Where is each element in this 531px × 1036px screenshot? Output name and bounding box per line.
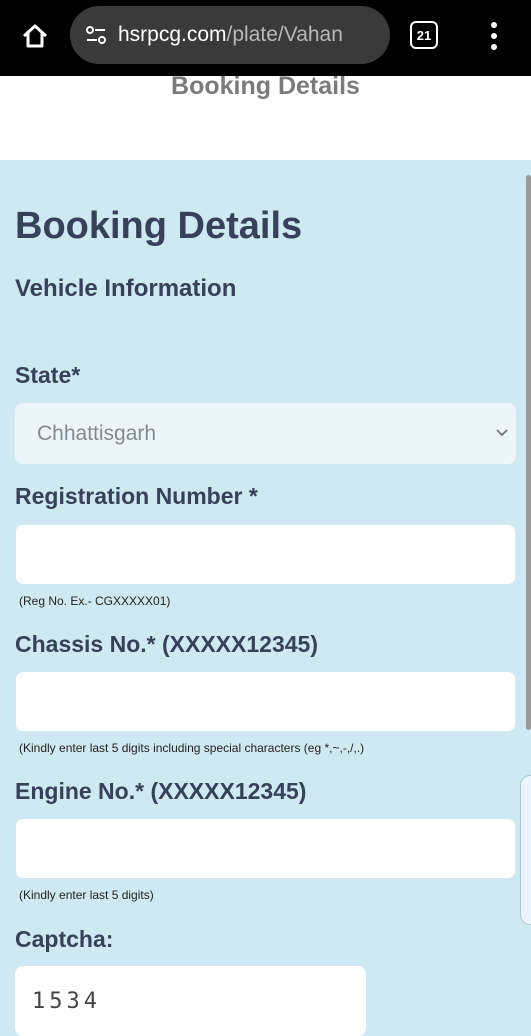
header-title: Booking Details bbox=[171, 72, 360, 100]
chassis-hint: (Kindly enter last 5 digits including sp… bbox=[19, 741, 365, 755]
state-select-value: Chhattisgarh bbox=[37, 421, 157, 445]
state-select[interactable]: Chhattisgarh bbox=[15, 403, 516, 464]
captcha-text: 1534 bbox=[32, 988, 101, 1014]
home-icon[interactable] bbox=[17, 18, 53, 54]
engine-input[interactable] bbox=[15, 818, 516, 879]
page-header: Booking Details bbox=[0, 72, 531, 160]
state-label: State* bbox=[15, 362, 81, 388]
registration-label: Registration Number * bbox=[15, 483, 258, 509]
url-host: hsrpcg.com bbox=[118, 23, 227, 46]
url-text: hsrpcg.com/plate/Vahan bbox=[118, 23, 343, 47]
chassis-label: Chassis No.* (XXXXX12345) bbox=[15, 631, 318, 657]
page-title: Booking Details bbox=[15, 205, 303, 247]
captcha-label: Captcha: bbox=[15, 926, 114, 952]
chassis-input[interactable] bbox=[15, 671, 516, 732]
engine-hint: (Kindly enter last 5 digits) bbox=[19, 888, 154, 902]
tab-count: 21 bbox=[416, 27, 432, 43]
engine-label: Engine No.* (XXXXX12345) bbox=[15, 778, 307, 804]
url-path: /plate/Vahan bbox=[226, 23, 343, 46]
scrollbar[interactable] bbox=[526, 175, 531, 730]
address-bar[interactable]: hsrpcg.com/plate/Vahan bbox=[70, 6, 390, 64]
captcha-image: 1534 bbox=[15, 966, 366, 1036]
registration-input[interactable] bbox=[15, 524, 516, 585]
side-drawer-handle[interactable] bbox=[520, 775, 531, 925]
browser-toolbar: hsrpcg.com/plate/Vahan 21 bbox=[0, 0, 531, 76]
section-title: Vehicle Information bbox=[15, 275, 237, 302]
tabs-icon[interactable]: 21 bbox=[410, 21, 438, 49]
site-settings-icon[interactable] bbox=[82, 21, 110, 49]
more-vert-icon[interactable] bbox=[484, 18, 504, 54]
chevron-down-icon bbox=[496, 429, 508, 437]
registration-hint: (Reg No. Ex.- CGXXXXX01) bbox=[19, 594, 171, 608]
